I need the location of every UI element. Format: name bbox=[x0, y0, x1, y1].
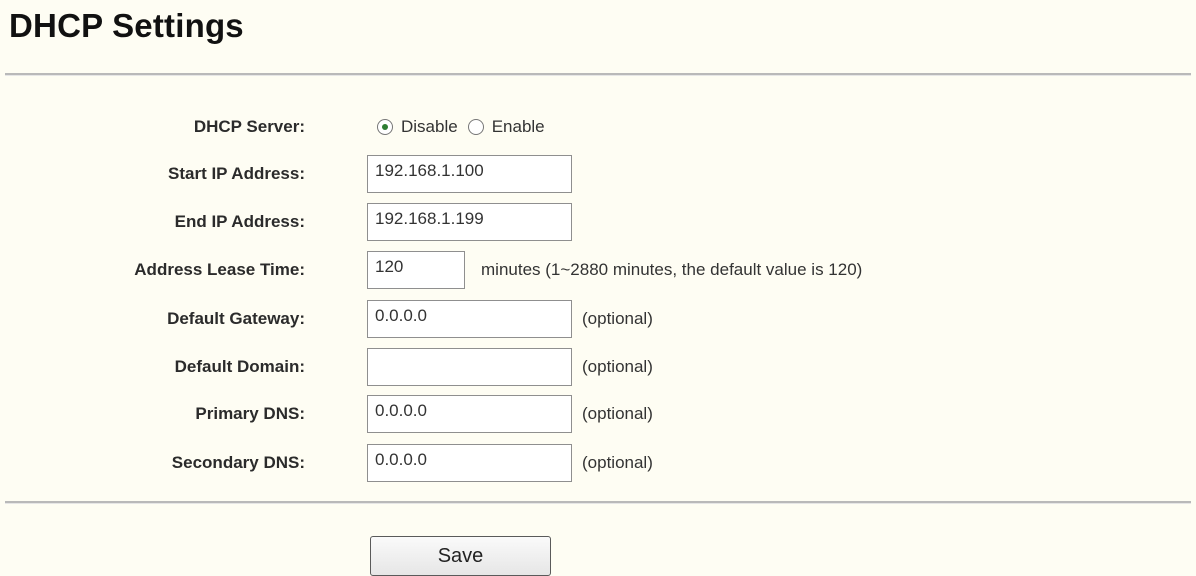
secondary-dns-field: (optional) bbox=[367, 444, 653, 482]
lease-time-hint: minutes (1~2880 minutes, the default val… bbox=[481, 260, 863, 279]
dhcp-server-field: Disable Enable bbox=[367, 109, 555, 145]
default-domain-row: Default Domain: (optional) bbox=[0, 348, 1196, 386]
top-divider bbox=[5, 73, 1191, 76]
end-ip-row: End IP Address: bbox=[0, 203, 1196, 241]
default-gateway-label: Default Gateway: bbox=[167, 309, 305, 328]
lease-time-field: minutes (1~2880 minutes, the default val… bbox=[367, 251, 863, 289]
start-ip-label: Start IP Address: bbox=[168, 164, 305, 183]
default-gateway-hint: (optional) bbox=[582, 309, 653, 328]
start-ip-field bbox=[367, 155, 572, 193]
dhcp-enable-radio[interactable] bbox=[467, 119, 484, 135]
primary-dns-row: Primary DNS: (optional) bbox=[0, 395, 1196, 433]
secondary-dns-input[interactable] bbox=[367, 444, 572, 482]
page-title: DHCP Settings bbox=[9, 7, 244, 44]
default-domain-label: Default Domain: bbox=[174, 357, 305, 376]
lease-time-label: Address Lease Time: bbox=[134, 260, 305, 279]
primary-dns-label: Primary DNS: bbox=[195, 404, 305, 423]
start-ip-input[interactable] bbox=[367, 155, 572, 193]
default-domain-hint: (optional) bbox=[582, 357, 653, 376]
save-button[interactable]: Save bbox=[370, 536, 551, 576]
lease-time-row: Address Lease Time: minutes (1~2880 minu… bbox=[0, 251, 1196, 289]
lease-time-input[interactable] bbox=[367, 251, 465, 289]
default-domain-field: (optional) bbox=[367, 348, 653, 386]
dhcp-disable-radio[interactable] bbox=[377, 119, 393, 135]
primary-dns-input[interactable] bbox=[367, 395, 572, 433]
default-gateway-input[interactable] bbox=[367, 300, 572, 338]
secondary-dns-row: Secondary DNS: (optional) bbox=[0, 444, 1196, 482]
end-ip-label: End IP Address: bbox=[174, 212, 305, 231]
default-gateway-row: Default Gateway: (optional) bbox=[0, 300, 1196, 338]
bottom-divider bbox=[5, 501, 1191, 504]
dhcp-enable-label[interactable]: Enable bbox=[492, 117, 545, 137]
primary-dns-hint: (optional) bbox=[582, 404, 653, 423]
default-domain-input[interactable] bbox=[367, 348, 572, 386]
secondary-dns-label: Secondary DNS: bbox=[171, 453, 305, 472]
dhcp-server-radio-group: Disable Enable bbox=[377, 117, 555, 137]
start-ip-row: Start IP Address: bbox=[0, 155, 1196, 193]
secondary-dns-hint: (optional) bbox=[582, 453, 653, 472]
primary-dns-field: (optional) bbox=[367, 395, 653, 433]
dhcp-server-label: DHCP Server: bbox=[193, 117, 305, 136]
dhcp-server-row: DHCP Server: Disable Enable bbox=[0, 109, 1196, 145]
end-ip-input[interactable] bbox=[367, 203, 572, 241]
dhcp-disable-label[interactable]: Disable bbox=[401, 117, 458, 137]
end-ip-field bbox=[367, 203, 572, 241]
default-gateway-field: (optional) bbox=[367, 300, 653, 338]
